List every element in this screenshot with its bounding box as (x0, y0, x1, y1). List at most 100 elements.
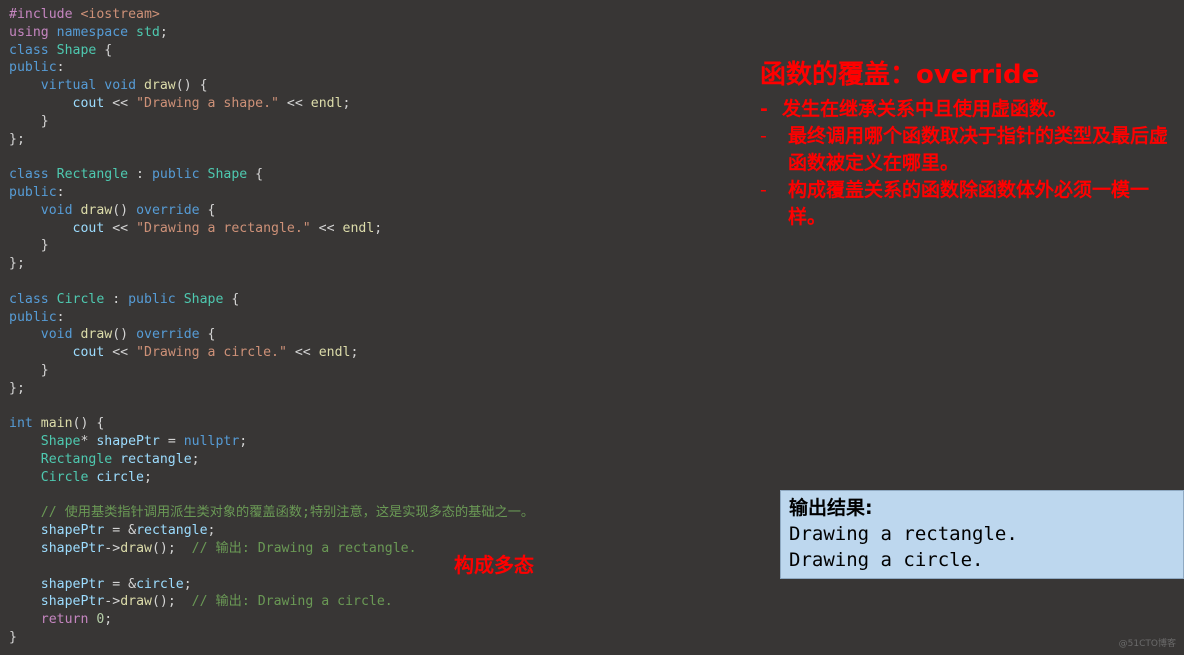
code-line: public: (9, 309, 534, 327)
code-token: ; (374, 220, 383, 236)
code-token: using (9, 24, 57, 40)
code-line: Rectangle rectangle; (9, 451, 534, 469)
code-token: ; (342, 95, 351, 111)
code-line: Circle circle; (9, 469, 534, 487)
code-line: void draw() override { (9, 326, 534, 344)
code-line: }; (9, 255, 534, 273)
code-token: // 输出: Drawing a rectangle. (191, 540, 417, 556)
code-token: ; (207, 523, 216, 539)
code-token: () { (175, 78, 208, 94)
code-token: Shape (40, 434, 81, 450)
code-token: rectangle (120, 451, 192, 467)
code-token: { (207, 327, 216, 343)
code-line: public: (9, 184, 534, 202)
code-token: class (9, 291, 57, 307)
code-line: void draw() override { (9, 202, 534, 220)
code-token: cout (72, 220, 113, 236)
note-bullet: - (760, 98, 768, 120)
output-heading: 输出结果: (789, 497, 873, 519)
code-line: cout << "Drawing a circle." << endl; (9, 344, 534, 362)
code-token: "Drawing a rectangle." (136, 220, 311, 236)
code-token: { (231, 291, 240, 307)
code-line: public: (9, 59, 534, 77)
code-line: }; (9, 380, 534, 398)
note-item: - 构成覆盖关系的函数除函数体外必须一模一样。 (760, 177, 1180, 231)
code-token: shapePtr (40, 594, 105, 610)
code-token: namespace (56, 24, 137, 40)
code-line: cout << "Drawing a shape." << endl; (9, 95, 534, 113)
code-token: void (40, 202, 81, 218)
code-line: // 使用基类指针调用派生类对象的覆盖函数;特别注意，这是实现多态的基础之一。 (9, 504, 534, 522)
code-token: cout (72, 95, 113, 111)
code-token: : (56, 60, 65, 76)
output-line: Drawing a rectangle. (789, 523, 1018, 545)
code-token: : (56, 309, 65, 325)
code-token: ; (104, 612, 113, 628)
code-token: << (112, 220, 137, 236)
code-line: } (9, 362, 534, 380)
code-line: using namespace std; (9, 24, 534, 42)
code-token: draw (80, 327, 113, 343)
code-line: } (9, 629, 534, 647)
note-text: 发生在继承关系中且使用虚函数。 (782, 98, 1068, 120)
code-token: -> (104, 540, 121, 556)
code-token: Circle (56, 291, 113, 307)
code-token: cout (72, 345, 113, 361)
code-token: rectangle (136, 523, 208, 539)
code-token: <iostream> (80, 7, 160, 22)
code-token: Rectangle (40, 451, 121, 467)
code-line: int main() { (9, 415, 534, 433)
code-token: }; (9, 380, 25, 396)
code-token: nullptr (183, 434, 240, 450)
code-token: } (9, 362, 49, 378)
notes-panel: 函数的覆盖：override - 发生在继承关系中且使用虚函数。 - 最终调用哪… (760, 58, 1180, 231)
code-token: public (9, 184, 57, 200)
code-token: : (56, 184, 65, 200)
code-token: = & (112, 576, 137, 592)
code-token: "Drawing a circle." (136, 345, 287, 361)
note-text: 最终调用哪个函数取决于指针的类型及最后虚函数被定义在哪里。 (788, 125, 1169, 174)
polymorphism-annotation: 构成多态 (454, 553, 534, 577)
code-line: #include <iostream> (9, 6, 534, 24)
code-token: main (40, 416, 73, 432)
note-item: - 发生在继承关系中且使用虚函数。 (760, 96, 1180, 123)
code-token: * (80, 434, 97, 450)
code-token: Rectangle (56, 167, 137, 183)
code-token: << (112, 95, 137, 111)
code-token: = & (112, 523, 137, 539)
code-token: << (278, 95, 311, 111)
code-token: ; (350, 345, 359, 361)
code-token: } (9, 629, 17, 645)
code-token: : (136, 167, 152, 183)
output-box: 输出结果: Drawing a rectangle. Drawing a cir… (780, 490, 1184, 579)
code-token: endl (318, 345, 351, 361)
code-token: Circle (40, 469, 97, 485)
code-token: virtual void (40, 78, 144, 94)
code-line: Shape* shapePtr = nullptr; (9, 433, 534, 451)
code-token: ; (159, 24, 168, 40)
code-token: }; (9, 256, 25, 272)
code-line: class Shape { (9, 42, 534, 60)
note-item: - 最终调用哪个函数取决于指针的类型及最后虚函数被定义在哪里。 (760, 123, 1180, 177)
code-token: Shape (207, 167, 256, 183)
code-token: (); (151, 594, 192, 610)
code-token: () (112, 202, 137, 218)
code-token: shapePtr (40, 540, 105, 556)
code-token: return (40, 612, 97, 628)
code-token: Shape (56, 42, 105, 58)
code-token: draw (143, 78, 176, 94)
code-token: std (136, 24, 160, 40)
code-line: shapePtr->draw(); // 输出: Drawing a circl… (9, 593, 534, 611)
code-token: Shape (183, 291, 232, 307)
